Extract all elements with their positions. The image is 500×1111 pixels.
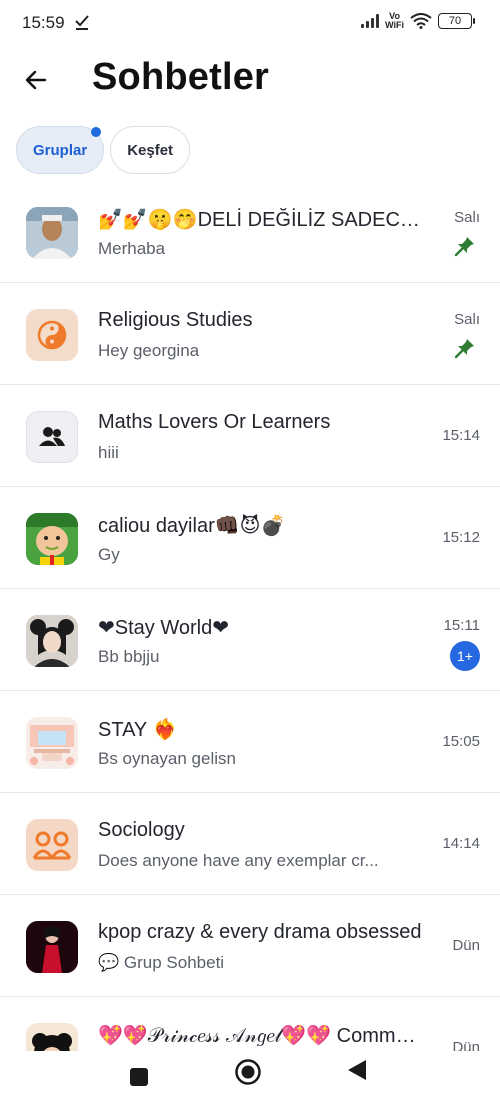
red-dress-photo-icon [26,921,78,973]
chat-preview: hiii [98,443,119,462]
chat-row[interactable]: Sociology Does anyone have any exemplar … [0,793,500,895]
chat-name: ❤Stay World❤ [98,617,229,639]
tab-kesfet[interactable]: Keşfet [110,126,191,174]
battery-icon: 70 [438,13,475,29]
chat-preview: Gy [98,545,120,564]
chat-name: Maths Lovers Or Learners [98,411,331,433]
wifi-icon [410,13,432,29]
chat-name: 💅💅🤫🤭DELİ DEĞİLİZ SADECE FARKLIYIZ [98,209,424,231]
pin-icon [454,339,474,359]
chat-time: 15:11 [443,617,480,634]
chat-row[interactable]: Religious Studies Hey georgina Salı [0,283,500,385]
group-icon [26,411,78,463]
page-title: Sohbetler [92,56,270,98]
status-icons: Vo WiFi 70 [361,11,475,30]
chat-row[interactable]: kpop crazy & every drama obsessed 💬 Grup… [0,895,500,997]
tab-gruplar[interactable]: Gruplar [16,126,105,174]
vowifi-label: Vo WiFi [385,11,404,30]
battery-level: 70 [448,15,462,27]
chat-list: 💅💅🤫🤭DELİ DEĞİLİZ SADECE FARKLIYIZ Merhab… [0,181,500,1051]
chat-preview: Bb bbjju [98,647,160,666]
chat-row[interactable]: caliou dayilar👊🏿😈💣 Gy 15:12 [0,487,500,589]
home-button[interactable] [234,1058,262,1086]
cartoon-boy-icon [26,513,78,565]
chat-time: Salı [454,209,480,226]
chat-preview: Bs oynayan gelisn [98,749,236,768]
chat-name: Religious Studies [98,309,253,331]
chat-name: kpop crazy & every drama obsessed [98,921,422,943]
chat-preview: Hey georgina [98,341,200,360]
notification-dot [91,127,102,137]
chat-time: Dün [452,1039,480,1051]
status-time: 15:59 [22,13,65,32]
chat-preview: Merhaba [98,239,166,258]
unread-badge: 1+ [450,641,480,671]
chat-time: Dün [452,937,480,954]
tab-label: Keşfet [127,141,174,159]
chat-row[interactable]: 💖💖𝒫𝓇𝒾𝓃𝒸𝑒𝓈𝓈 𝒜𝓃𝑔𝑒𝓁💖💖 Community Dün [0,997,500,1051]
chat-name: Sociology [98,819,185,841]
chat-time: 14:14 [442,835,480,852]
chat-row[interactable]: Maths Lovers Or Learners hiii 15:14 [0,385,500,487]
pin-icon [454,237,474,257]
back-button[interactable] [20,64,52,96]
chat-preview: Does anyone have any exemplar cr... [98,851,379,870]
header: Sohbetler [0,48,500,112]
chat-name: caliou dayilar👊🏿😈💣 [98,515,286,537]
arrow-left-icon [25,70,47,90]
girl-photo-icon [26,615,78,667]
tab-label: Gruplar [33,141,88,159]
recents-button[interactable] [129,1067,149,1087]
people-icon [26,819,78,871]
chat-preview: 💬 Grup Sohbeti [98,953,225,972]
chat-name: 💖💖𝒫𝓇𝒾𝓃𝒸𝑒𝓈𝓈 𝒜𝓃𝑔𝑒𝓁💖💖 Community [98,1025,424,1047]
chat-time: 15:05 [442,733,480,750]
chat-time: Salı [454,311,480,328]
yin-yang-icon [26,309,78,361]
chat-row[interactable]: 💅💅🤫🤭DELİ DEĞİLİZ SADECE FARKLIYIZ Merhab… [0,181,500,283]
chat-time: 15:12 [442,529,480,546]
signal-icon [361,14,380,28]
photo-man-icon [26,207,78,259]
chat-name: STAY ❤️‍🔥 [98,719,178,741]
cartoon-hair-icon [26,1023,78,1051]
filter-tabs: Gruplar Keşfet [16,126,191,174]
system-nav-bar [0,1051,500,1111]
chat-row[interactable]: ❤Stay World❤ Bb bbjju 15:11 1+ [0,589,500,691]
room-illustration-icon [26,717,78,769]
back-nav-button[interactable] [346,1058,368,1082]
download-done-icon [75,15,89,30]
chat-time: 15:14 [442,427,480,444]
chat-row[interactable]: STAY ❤️‍🔥 Bs oynayan gelisn 15:05 [0,691,500,793]
status-bar: 15:59 Vo WiFi 70 [0,0,500,48]
